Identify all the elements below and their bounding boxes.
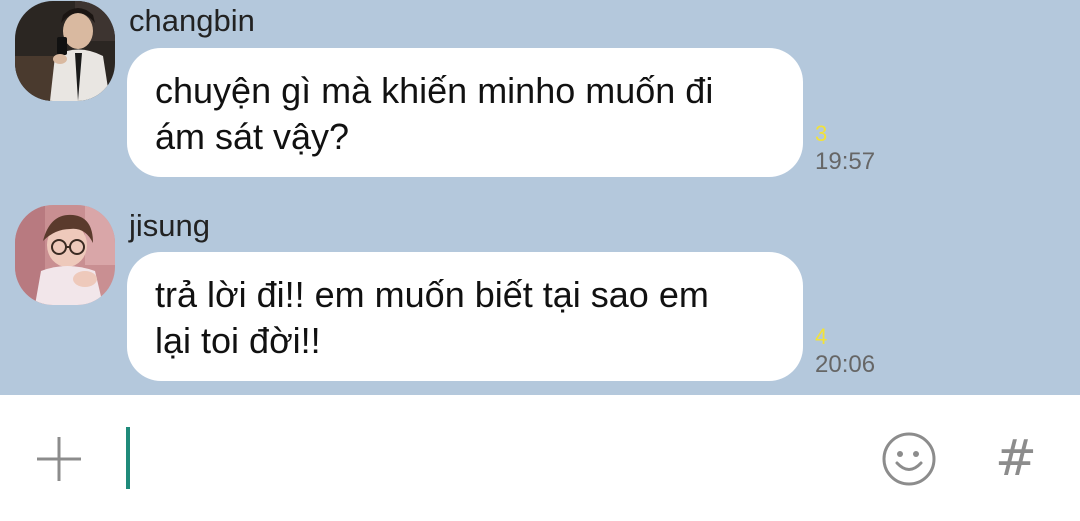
- avatar[interactable]: [15, 1, 115, 101]
- chat-message: jisung trả lời đi!! em muốn biết tại sao…: [0, 200, 1080, 395]
- message-text: lại toi đời!!: [155, 320, 321, 361]
- message-meta: 4 20:06: [815, 324, 915, 380]
- chat-screen: changbin chuyện gì mà khiến minho muốn đ…: [0, 0, 1080, 521]
- plus-icon[interactable]: [34, 434, 84, 484]
- chat-message: changbin chuyện gì mà khiến minho muốn đ…: [0, 0, 1080, 200]
- message-time: 20:06: [815, 351, 876, 378]
- avatar[interactable]: [15, 205, 115, 305]
- message-input[interactable]: [135, 427, 855, 489]
- sender-name: changbin: [129, 3, 255, 38]
- profile-photo-icon: [15, 205, 115, 305]
- message-text: ám sát vậy?: [155, 116, 350, 157]
- hashtag-button[interactable]: #: [994, 433, 1038, 483]
- emoji-icon[interactable]: [880, 430, 938, 488]
- message-input-bar: #: [0, 395, 1080, 521]
- sender-name: jisung: [129, 208, 210, 243]
- message-bubble[interactable]: trả lời đi!! em muốn biết tại sao em lại…: [127, 252, 803, 381]
- profile-photo-icon: [15, 1, 115, 101]
- message-text: chuyện gì mà khiến minho muốn đi: [155, 70, 714, 111]
- text-cursor: [126, 427, 130, 489]
- chat-message-area[interactable]: changbin chuyện gì mà khiến minho muốn đ…: [0, 0, 1080, 395]
- message-bubble[interactable]: chuyện gì mà khiến minho muốn đi ám sát …: [127, 48, 803, 177]
- message-meta: 3 19:57: [815, 121, 915, 177]
- read-count: 3: [815, 121, 828, 146]
- read-count: 4: [815, 324, 828, 349]
- message-time: 19:57: [815, 148, 876, 175]
- message-text: trả lời đi!! em muốn biết tại sao em: [155, 274, 709, 315]
